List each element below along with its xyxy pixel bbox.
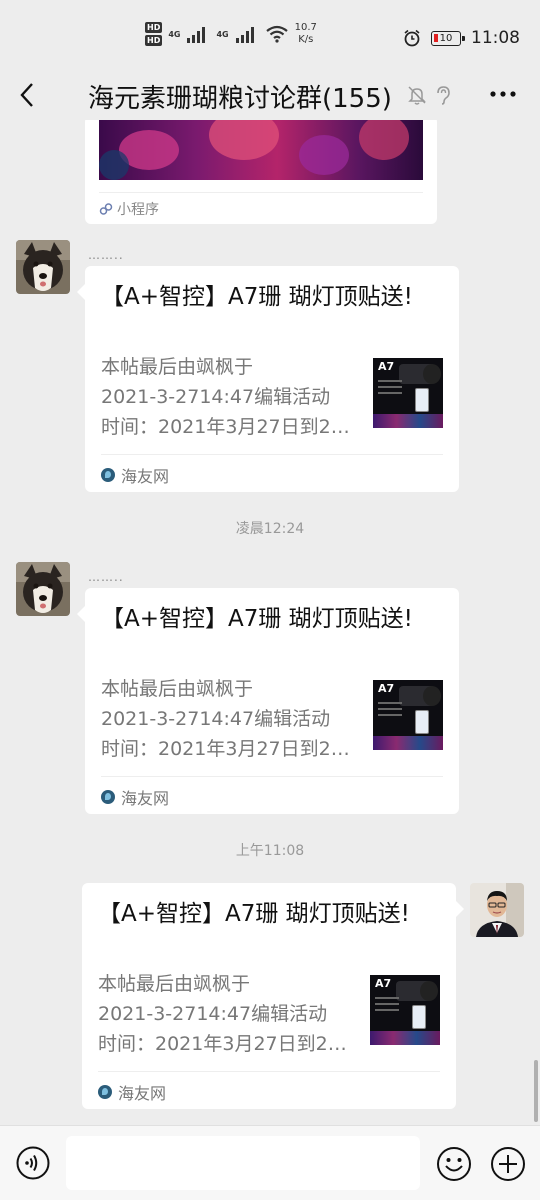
link-thumbnail: A7 [370, 975, 440, 1045]
thumb-text-lines [375, 997, 403, 1015]
sender-name: …….. [88, 570, 124, 584]
signal-icon [187, 27, 206, 43]
status-bar: HD HD 4G 4G 10.7 K/s 10 11:08 [0, 0, 540, 70]
network-type-1: 4G [168, 29, 181, 39]
link-card-2[interactable]: 【A+智控】A7珊 瑚灯顶贴送! 本帖最后由飒枫于 2021-3-2714:47… [77, 588, 459, 814]
source-name: 海友网 [118, 1084, 167, 1103]
mini-program-image [99, 120, 423, 180]
link-title: 【A+智控】A7珊 瑚灯顶贴送! [98, 901, 410, 927]
avatar-dog[interactable] [16, 240, 70, 294]
alarm-icon [404, 29, 420, 47]
hd-badge-2: HD [145, 35, 163, 46]
mute-bell-icon [408, 86, 426, 105]
speed-value: 10.7 [294, 22, 317, 33]
haiyou-logo-icon [98, 1085, 112, 1099]
person-avatar-image [470, 883, 524, 937]
desc-line-1: 本帖最后由飒枫于 [98, 973, 251, 995]
back-button[interactable] [14, 80, 44, 110]
avatar-dog[interactable] [16, 562, 70, 616]
thumb-label: A7 [378, 360, 395, 373]
scrollbar[interactable] [534, 1060, 538, 1122]
network-type-2: 4G [216, 29, 229, 39]
message-input[interactable] [66, 1136, 420, 1190]
link-title: 【A+智控】A7珊 瑚灯顶贴送! [101, 284, 413, 310]
hd-badge-1: HD [145, 22, 163, 33]
link-description: 本帖最后由飒枫于 2021-3-2714:47编辑活动 时间：2021年3月27… [98, 969, 354, 1059]
mini-program-icon [99, 203, 113, 215]
desc-line-3: 时间：2021年3月27日到2021年4月 [101, 416, 357, 438]
dog-avatar-image [16, 562, 70, 616]
lamp-graphic-2 [423, 364, 441, 384]
earpiece-icon [437, 86, 450, 105]
bubble-tail [77, 284, 85, 300]
mini-program-label: 小程序 [117, 202, 159, 218]
wifi-icon [265, 25, 288, 43]
chat-title: 海元素珊瑚粮讨论群(155) [88, 84, 392, 114]
lamp-graphic-2 [423, 686, 441, 706]
link-thumbnail: A7 [373, 680, 443, 750]
emoji-button[interactable] [436, 1146, 472, 1182]
source-name: 海友网 [121, 789, 170, 808]
link-card-3[interactable]: 【A+智控】A7珊 瑚灯顶贴送! 本帖最后由飒枫于 2021-3-2714:47… [82, 883, 464, 1109]
clock: 11:08 [471, 28, 520, 48]
thumb-label: A7 [375, 977, 392, 990]
battery-level: 10 [439, 32, 453, 44]
speed-unit: K/s [298, 34, 314, 45]
thumb-text-lines [378, 380, 406, 398]
link-description: 本帖最后由飒枫于 2021-3-2714:47编辑活动 时间：2021年3月27… [101, 674, 357, 764]
desc-line-2: 2021-3-2714:47编辑活动 [101, 386, 331, 408]
desc-line-2: 2021-3-2714:47编辑活动 [98, 1003, 328, 1025]
coral-graphic [373, 736, 443, 750]
chat-area[interactable]: 小程序 …….. 【A+智控】A7珊 瑚灯顶贴送! 本帖最后由飒枫于 2021-… [0, 120, 540, 1125]
link-source: 海友网 [101, 776, 443, 809]
bubble-tail [77, 606, 85, 622]
link-source: 海友网 [98, 1071, 440, 1104]
haiyou-logo-icon [101, 790, 115, 804]
more-options-button[interactable] [488, 84, 518, 104]
link-thumbnail: A7 [373, 358, 443, 428]
battery-icon: 10 [431, 30, 465, 46]
timestamp: 上午11:08 [235, 843, 305, 859]
desc-line-1: 本帖最后由飒枫于 [101, 678, 254, 700]
phone-graphic [412, 1005, 426, 1029]
input-bar [0, 1125, 540, 1200]
mini-program-card[interactable]: 小程序 [85, 120, 437, 224]
desc-line-2: 2021-3-2714:47编辑活动 [101, 708, 331, 730]
phone-graphic [415, 710, 429, 734]
hd-indicators: HD HD [145, 22, 163, 46]
lamp-graphic-2 [420, 981, 438, 1001]
status-right: 10 11:08 [403, 28, 520, 48]
sender-name: …….. [88, 248, 124, 262]
avatar-self[interactable] [470, 883, 524, 937]
coral-graphic [370, 1031, 440, 1045]
link-title: 【A+智控】A7珊 瑚灯顶贴送! [101, 606, 413, 632]
desc-line-1: 本帖最后由飒枫于 [101, 356, 254, 378]
network-speed: 10.7 K/s [295, 22, 317, 46]
nav-bar: 海元素珊瑚粮讨论群(155) [0, 70, 540, 120]
dog-avatar-image [16, 240, 70, 294]
thumb-text-lines [378, 702, 406, 720]
thumb-label: A7 [378, 682, 395, 695]
link-source: 海友网 [101, 454, 443, 487]
source-name: 海友网 [121, 467, 170, 486]
phone-graphic [415, 388, 429, 412]
voice-input-button[interactable] [16, 1146, 50, 1180]
more-functions-button[interactable] [490, 1146, 526, 1182]
desc-line-3: 时间：2021年3月27日到2021年4月 [101, 738, 357, 760]
mini-program-footer: 小程序 [99, 192, 423, 219]
bubble-tail [456, 901, 464, 917]
desc-line-3: 时间：2021年3月27日到2021年4月 [98, 1033, 354, 1055]
link-description: 本帖最后由飒枫于 2021-3-2714:47编辑活动 时间：2021年3月27… [101, 352, 357, 442]
status-left: HD HD 4G 4G 10.7 K/s [145, 22, 317, 46]
timestamp: 凌晨12:24 [235, 521, 305, 537]
link-card-1[interactable]: 【A+智控】A7珊 瑚灯顶贴送! 本帖最后由飒枫于 2021-3-2714:47… [77, 266, 459, 492]
signal-icon-2 [235, 27, 254, 43]
coral-graphic [373, 414, 443, 428]
haiyou-logo-icon [101, 468, 115, 482]
